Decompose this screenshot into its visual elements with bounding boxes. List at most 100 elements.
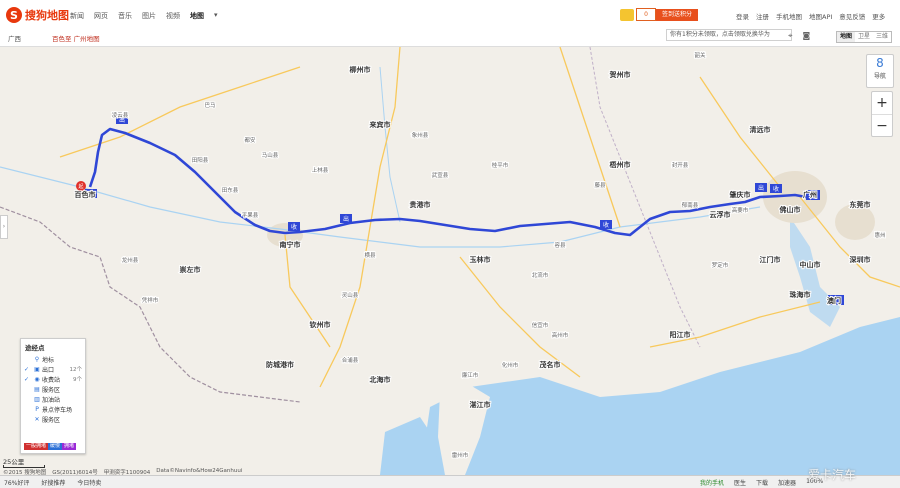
panel-title: 途经点 bbox=[25, 344, 45, 352]
feedback-link[interactable]: 意见反馈 bbox=[839, 11, 865, 21]
place-label: 武宣县 bbox=[432, 171, 449, 179]
zoom-in-button[interactable]: + bbox=[872, 92, 892, 115]
nav-news[interactable]: 新闻 bbox=[70, 11, 84, 21]
panel-row-other[interactable]: ✕ 服务区 bbox=[21, 414, 85, 424]
panel-row-landmark[interactable]: ⚲ 地标 bbox=[21, 354, 85, 364]
mobile-map-link[interactable]: 手机地图 bbox=[776, 11, 802, 21]
panel-row-parking[interactable]: P 景点停车场 bbox=[21, 404, 85, 414]
panel-row-label: 加油站 bbox=[42, 396, 61, 404]
panel-row-toll[interactable]: ✓ ◉ 收费站 9个 bbox=[21, 374, 85, 384]
nav-video[interactable]: 视频 bbox=[166, 11, 180, 21]
toll-marker[interactable]: 收 bbox=[770, 184, 782, 193]
place-label: 象州县 bbox=[412, 131, 429, 139]
map-canvas[interactable]: 起 广 出 出 出 收 收 收 收 百色市田阳县田东县平果县凌云县巴马都安马山县… bbox=[0, 47, 900, 475]
tools-icon: ✕ bbox=[34, 415, 40, 423]
place-label: 百色市 bbox=[75, 190, 96, 199]
legend-jam: 拥堵 bbox=[62, 443, 77, 450]
place-label: 梧州市 bbox=[610, 160, 631, 169]
place-label: 封开县 bbox=[672, 161, 689, 169]
place-label: 佛山市 bbox=[779, 205, 801, 214]
exit-marker[interactable]: 出 bbox=[755, 183, 767, 192]
panel-row-label: 收费站 bbox=[42, 376, 61, 384]
place-label: 来宾市 bbox=[369, 120, 391, 129]
dongguan-urban bbox=[835, 204, 875, 240]
place-label: 崇左市 bbox=[180, 265, 201, 274]
browser-status-bar: 76%好评 好搜推荐 今日特卖 我的手机 医生 下载 加速器 100% bbox=[0, 475, 900, 488]
map-type-map[interactable]: 地图 bbox=[837, 32, 855, 42]
panel-row-gas[interactable]: ▥ 加油站 bbox=[21, 394, 85, 404]
sogou-map-logo[interactable]: S 搜狗地图 bbox=[6, 6, 69, 24]
status-accelerator[interactable]: 加速器 bbox=[778, 478, 796, 487]
navigation-widget[interactable]: 8 导航 bbox=[866, 54, 894, 88]
svg-text:收: 收 bbox=[291, 223, 297, 231]
panel-row-service[interactable]: ▤ 服务区 bbox=[21, 384, 85, 394]
place-label: 贺州市 bbox=[609, 70, 631, 79]
panel-row-exit[interactable]: ✓ ▣ 出口 12个 bbox=[21, 364, 85, 374]
camera-icon[interactable]: ◙ bbox=[803, 31, 811, 41]
top-links: 登录 注册 手机地图 地图API 意见反馈 更多 bbox=[736, 11, 885, 21]
panel-row-label: 服务区 bbox=[42, 416, 61, 424]
gas-station-icon: ▥ bbox=[34, 395, 40, 403]
place-label: 马山县 bbox=[262, 151, 279, 159]
place-label: 化州市 bbox=[502, 361, 519, 369]
points-notice[interactable]: 你有1积分未领取，点击领取兑换华为 bbox=[666, 29, 792, 41]
register-link[interactable]: 注册 bbox=[756, 11, 769, 21]
collapse-handle[interactable]: › bbox=[0, 215, 8, 239]
place-label: 灵山县 bbox=[342, 291, 359, 299]
traffic-legend: 一般拥堵 缓慢 拥堵 bbox=[24, 443, 77, 450]
place-label: 钦州市 bbox=[309, 320, 331, 329]
top-bar: S 搜狗地图 新闻 网页 音乐 图片 视频 地图 ▾ 0 签到送积分 登录 注册… bbox=[0, 0, 900, 31]
coin-icon bbox=[620, 8, 634, 21]
place-label: 郁南县 bbox=[682, 201, 699, 209]
exit-marker[interactable]: 出 bbox=[340, 214, 352, 223]
svg-text:出: 出 bbox=[343, 215, 349, 223]
more-link[interactable]: 更多 bbox=[872, 11, 885, 21]
toll-marker[interactable]: 收 bbox=[288, 222, 300, 231]
place-label: 清远市 bbox=[750, 125, 771, 134]
pin-icon[interactable]: ⌖ bbox=[788, 31, 793, 41]
status-recommend[interactable]: 好搜推荐 bbox=[41, 478, 65, 487]
status-deals[interactable]: 今日特卖 bbox=[77, 478, 101, 487]
checkin-button[interactable]: 签到送积分 bbox=[656, 8, 699, 21]
zoom-out-button[interactable]: − bbox=[872, 115, 892, 137]
map-api-link[interactable]: 地图API bbox=[809, 11, 832, 21]
status-doctor[interactable]: 医生 bbox=[734, 478, 746, 487]
start-marker[interactable]: 起 bbox=[76, 181, 86, 191]
place-label: 平果县 bbox=[242, 212, 259, 219]
map-type-satellite[interactable]: 卫星 bbox=[855, 32, 873, 42]
checkmark-icon[interactable]: ✓ bbox=[24, 366, 32, 373]
place-label: 田东县 bbox=[222, 186, 239, 194]
toll-marker[interactable]: 收 bbox=[600, 220, 612, 229]
place-label: 中山市 bbox=[800, 260, 821, 269]
city-selector[interactable]: 广西 bbox=[8, 33, 21, 43]
place-label: 凭祥市 bbox=[142, 296, 159, 304]
place-label: 肇庆市 bbox=[729, 190, 751, 199]
nav-music[interactable]: 音乐 bbox=[118, 11, 132, 21]
place-label: 防城港市 bbox=[266, 360, 294, 369]
place-label: 雷州市 bbox=[452, 451, 469, 459]
place-label: 信宜市 bbox=[532, 321, 549, 329]
top-nav: 新闻 网页 音乐 图片 视频 地图 ▾ bbox=[70, 11, 218, 21]
status-my-phone[interactable]: 我的手机 bbox=[700, 478, 724, 487]
status-download[interactable]: 下载 bbox=[756, 478, 768, 487]
nav-web[interactable]: 网页 bbox=[94, 11, 108, 21]
status-rating[interactable]: 76%好评 bbox=[4, 478, 29, 487]
svg-text:出: 出 bbox=[758, 184, 764, 192]
route-points-panel: 途经点 ⚲ 地标 ✓ ▣ 出口 12个 ✓ ◉ 收费站 9个 ▤ 服务区 ▥ 加油站 P 景点停车场… bbox=[20, 338, 86, 454]
place-label: 澳门 bbox=[827, 296, 841, 305]
place-label: 都安 bbox=[244, 136, 256, 144]
map-type-3d[interactable]: 三维 bbox=[873, 32, 891, 42]
place-label: 合浦县 bbox=[342, 356, 359, 364]
place-label: 广州 bbox=[803, 190, 817, 199]
panel-row-label: 服务区 bbox=[42, 386, 61, 394]
nav-images[interactable]: 图片 bbox=[142, 11, 156, 21]
login-link[interactable]: 登录 bbox=[736, 11, 749, 21]
nav-map[interactable]: 地图 bbox=[190, 11, 204, 21]
place-label: 廉江市 bbox=[462, 371, 479, 379]
status-right: 我的手机 医生 下载 加速器 100% bbox=[700, 478, 823, 487]
nav-more-chevron-icon[interactable]: ▾ bbox=[214, 11, 218, 21]
panel-row-label: 出口 bbox=[42, 366, 55, 374]
checkmark-icon[interactable]: ✓ bbox=[24, 376, 32, 383]
panel-row-label: 景点停车场 bbox=[42, 406, 73, 414]
tool-icons: ⌖ ◙ bbox=[788, 31, 810, 41]
